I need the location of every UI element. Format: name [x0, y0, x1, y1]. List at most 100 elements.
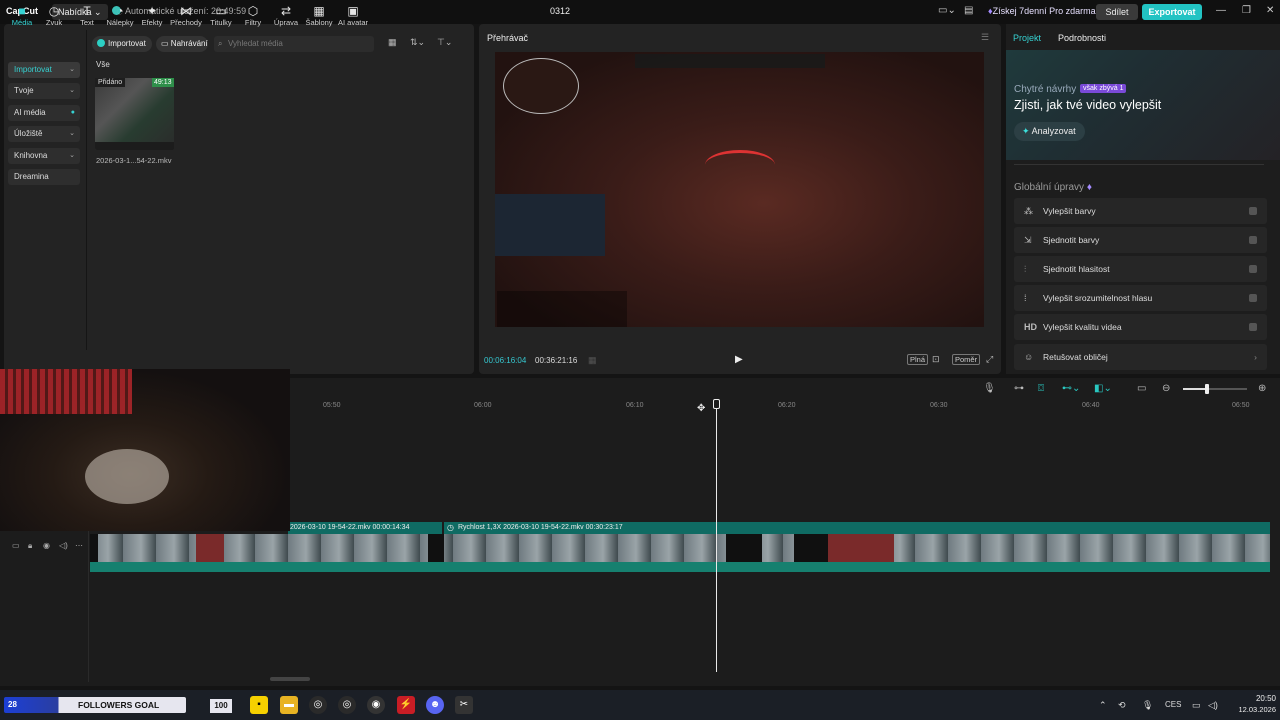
sort-icon[interactable]: ⇅⌄	[410, 37, 425, 48]
network-icon[interactable]: ▭	[1192, 700, 1201, 711]
tool-adjust[interactable]: ⇄ Úprava	[269, 4, 303, 27]
app-red-icon[interactable]: ⚡	[397, 696, 415, 714]
clock-date[interactable]: 12.03.2026	[1228, 705, 1276, 714]
option-enhance-colors[interactable]: ⁂ Vylepšit barvy	[1014, 198, 1267, 224]
record-button[interactable]: ▭ Nahrávání	[156, 36, 208, 52]
toggle[interactable]	[1249, 236, 1257, 244]
chevron-up-icon[interactable]: ⌃	[1099, 700, 1107, 711]
ai-badge-icon: ●	[70, 109, 75, 116]
import-button[interactable]: Importovat	[92, 36, 152, 52]
analyze-button[interactable]: ✦ Analyzovat	[1014, 122, 1085, 141]
tool-label: Filtry	[244, 18, 262, 27]
ratio-button[interactable]: Poměr	[952, 354, 981, 365]
toggle[interactable]	[1249, 207, 1257, 215]
clip-1-header[interactable]: 2026-03-10 19-54-22.mkv 00:00:14:34	[288, 522, 442, 534]
toggle[interactable]	[1249, 323, 1257, 331]
playhead[interactable]	[716, 402, 717, 672]
pro-promo[interactable]: ♦Získej 7denní Pro zdarma	[988, 6, 1096, 16]
nav-import[interactable]: Importovat ⌄	[8, 62, 80, 78]
nav-library[interactable]: Knihovna ⌄	[8, 148, 80, 164]
tool-templates[interactable]: ▦ Šablony	[302, 4, 336, 27]
maximize-icon[interactable]: ❐	[1242, 5, 1251, 16]
close-icon[interactable]: ✕	[1266, 5, 1274, 16]
eye-icon[interactable]: ◉	[43, 541, 50, 550]
screen-icon[interactable]: ▤	[964, 5, 973, 16]
timeline-scrollbar[interactable]	[270, 677, 310, 681]
grid-view-icon[interactable]: ▦	[388, 37, 397, 48]
tool-filters[interactable]: ⬡ Filtry	[236, 4, 270, 27]
speaker-icon[interactable]: ◁)	[59, 541, 68, 550]
more-icon[interactable]: ⋯	[75, 541, 83, 550]
option-unify-volume[interactable]: ⫶ Sjednotit hlasitost	[1014, 256, 1267, 282]
track-cover-icon[interactable]: ▭	[12, 541, 20, 550]
tool-transitions[interactable]: ⋈ Přechody	[169, 4, 203, 27]
nav-yours[interactable]: Tvoje ⌄	[8, 83, 80, 99]
smart-badge: však zbývá 1	[1080, 84, 1127, 93]
nav-ai-media[interactable]: AI média ●	[8, 105, 80, 121]
option-video-quality[interactable]: HD Vylepšit kvalitu videa	[1014, 314, 1267, 340]
video-clip[interactable]	[90, 534, 1270, 562]
expand-icon[interactable]: ⤢	[986, 354, 993, 365]
timeline-icon[interactable]: ▦	[588, 355, 597, 366]
option-retouch-face[interactable]: ☺ Retušovat obličej ›	[1014, 344, 1267, 370]
tool-stickers[interactable]: ◔ Nálepky	[103, 4, 137, 27]
clip-frame	[828, 534, 894, 562]
playhead-handle[interactable]	[713, 399, 720, 409]
layout-icon[interactable]: ▭⌄	[938, 5, 956, 16]
tab-details[interactable]: Podrobnosti	[1058, 33, 1106, 43]
zoom-out-icon[interactable]: ⊖	[1162, 383, 1170, 394]
volume-icon[interactable]: ◁)	[1208, 700, 1218, 711]
language-indicator[interactable]: CES	[1165, 700, 1181, 709]
tool-effects[interactable]: ✦ Efekty	[135, 4, 169, 27]
tool-media[interactable]: ■ Média	[5, 4, 39, 27]
transitions-icon: ⋈	[180, 4, 192, 18]
menu-icon[interactable]: ☰	[981, 32, 989, 43]
clip-2-header[interactable]: Rychlost 1,3X 2026-03-10 19-54-22.mkv 00…	[444, 522, 1270, 534]
chrome-alt-icon[interactable]: ◎	[338, 696, 356, 714]
magnet-icon[interactable]: ⌼	[1038, 383, 1044, 394]
nav-storage[interactable]: Úložiště ⌄	[8, 126, 80, 142]
analyze-label: Analyzovat	[1031, 126, 1076, 136]
option-voice-clarity[interactable]: ⁞ Vylepšit srozumitelnost hlasu	[1014, 285, 1267, 311]
tool-ai-avatar[interactable]: ▣ AI avatar	[336, 4, 370, 27]
nav-dreamina[interactable]: Dreamina	[8, 169, 80, 185]
folder-icon[interactable]: ▬	[280, 696, 298, 714]
media-thumbnail[interactable]	[95, 78, 174, 150]
tool-label: AI avatar	[337, 18, 368, 27]
option-label: Vylepšit barvy	[1043, 206, 1096, 216]
play-icon[interactable]: ▶	[735, 354, 743, 365]
export-button[interactable]: Exportovat	[1142, 4, 1202, 20]
face-icon: ☺	[1024, 352, 1034, 362]
zoom-knob[interactable]	[1205, 384, 1209, 394]
fullscreen-button[interactable]: Plná	[907, 354, 929, 365]
option-unify-colors[interactable]: ⇲ Sjednotit barvy	[1014, 227, 1267, 253]
clock-time[interactable]: 20:50	[1248, 694, 1276, 703]
lock-icon[interactable]: 🔒︎	[28, 541, 32, 551]
video-preview[interactable]	[495, 52, 984, 327]
caption-track-icon[interactable]: ▭	[1137, 383, 1146, 394]
capcut-icon[interactable]: ✂	[455, 696, 473, 714]
split-icon[interactable]: ◧⌄	[1094, 383, 1112, 394]
tool-audio[interactable]: ◷ Zvuk	[37, 4, 71, 27]
chrome-icon[interactable]: ◎	[309, 696, 327, 714]
share-button[interactable]: Sdílet	[1096, 4, 1138, 20]
sync-icon[interactable]: ⟲	[1118, 700, 1126, 711]
tab-project[interactable]: Projekt	[1013, 33, 1041, 43]
microphone-icon[interactable]: 🎙	[983, 383, 996, 394]
project-name[interactable]: 0312	[550, 6, 570, 16]
toggle[interactable]	[1249, 265, 1257, 273]
zoom-in-icon[interactable]: ⊕	[1258, 383, 1266, 394]
mic-icon[interactable]: 🎙︎	[1142, 700, 1153, 711]
tool-text[interactable]: T Text	[70, 4, 104, 27]
sticky-notes-icon[interactable]: ▪	[250, 696, 268, 714]
toggle[interactable]	[1249, 294, 1257, 302]
snap-icon[interactable]: ⊷⌄	[1062, 383, 1080, 394]
minimize-icon[interactable]: —	[1216, 5, 1226, 16]
snapshot-icon[interactable]: ⊡	[932, 354, 940, 365]
search-input[interactable]: ⌕ Vyhledat média	[214, 36, 374, 52]
filter-icon[interactable]: ⊤⌄	[437, 37, 452, 48]
link-icon[interactable]: ⊶	[1014, 383, 1024, 394]
discord-icon[interactable]: ☻	[426, 696, 444, 714]
tool-captions[interactable]: ▭ Titulky	[204, 4, 238, 27]
obs-icon[interactable]: ◉	[367, 696, 385, 714]
